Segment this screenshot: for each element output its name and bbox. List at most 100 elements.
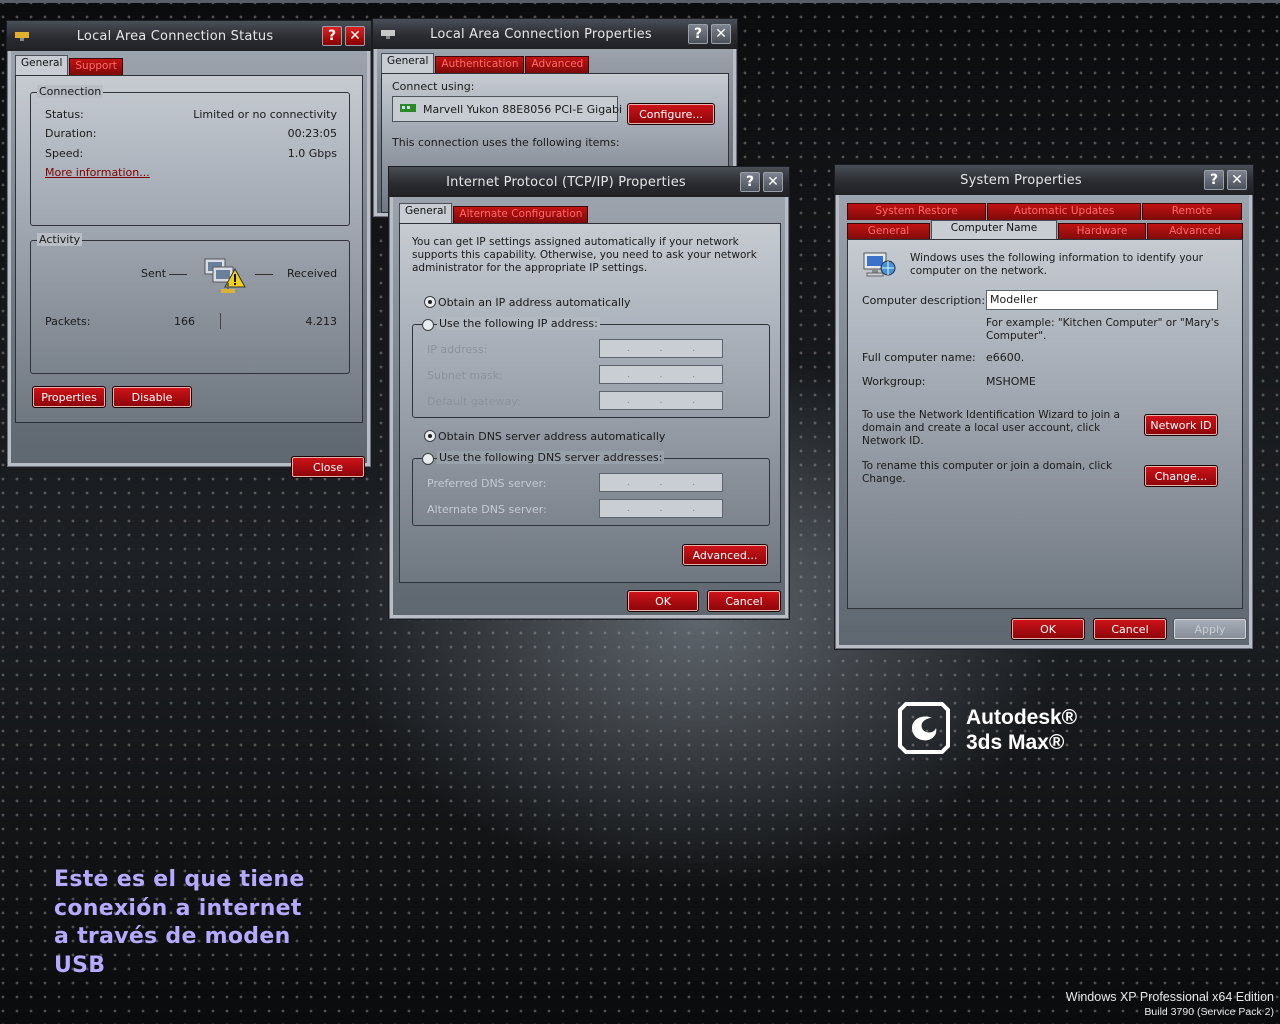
computer-description-input[interactable]: Modeller bbox=[986, 290, 1218, 310]
tab-hardware[interactable]: Hardware bbox=[1058, 223, 1146, 240]
os-version-info: Windows XP Professional x64 Edition Buil… bbox=[1066, 990, 1274, 1018]
use-dns-label[interactable]: Use the following DNS server addresses: bbox=[437, 451, 665, 464]
speed-label: Speed: bbox=[45, 147, 84, 160]
alternate-dns-input[interactable]: ... bbox=[599, 499, 723, 518]
properties-button[interactable]: Properties bbox=[32, 386, 106, 408]
tcpip-window: Internet Protocol (TCP/IP) Properties ? … bbox=[388, 166, 790, 620]
status-window: Local Area Connection Status ? ✕ General… bbox=[6, 20, 372, 478]
packets-label: Packets: bbox=[45, 315, 91, 328]
tab-advanced[interactable]: Advanced bbox=[525, 56, 590, 73]
tab-remote[interactable]: Remote bbox=[1142, 203, 1242, 220]
connection-group-title: Connection bbox=[37, 85, 104, 98]
duration-label: Duration: bbox=[45, 127, 97, 140]
duration-value: 00:23:05 bbox=[287, 127, 337, 140]
obtain-ip-label[interactable]: Obtain an IP address automatically bbox=[438, 296, 631, 309]
desktop-top-edge bbox=[0, 0, 1280, 3]
speed-value: 1.0 Gbps bbox=[287, 147, 337, 160]
network-computers-warning-icon bbox=[199, 253, 249, 306]
system-properties-titlebar[interactable]: System Properties ? ✕ bbox=[835, 165, 1253, 195]
network-card-icon bbox=[399, 102, 417, 117]
use-dns-radio[interactable] bbox=[422, 453, 434, 465]
change-description: To rename this computer or join a domain… bbox=[862, 460, 1113, 485]
configure-button[interactable]: Configure... bbox=[627, 103, 715, 125]
static-dns-group: Use the following DNS server addresses: … bbox=[412, 451, 770, 526]
advanced-button[interactable]: Advanced... bbox=[682, 544, 768, 566]
help-icon[interactable]: ? bbox=[740, 172, 760, 192]
caption-line: Este es el que tiene bbox=[54, 867, 305, 892]
close-button[interactable]: Close bbox=[291, 456, 365, 478]
workgroup-label: Workgroup: bbox=[862, 375, 926, 388]
close-icon[interactable]: ✕ bbox=[1227, 170, 1247, 190]
properties-titlebar[interactable]: Local Area Connection Properties ? ✕ bbox=[373, 19, 737, 49]
ip-address-label: IP address: bbox=[427, 343, 488, 356]
received-label: Received bbox=[287, 267, 338, 280]
alternate-dns-label: Alternate DNS server: bbox=[427, 503, 547, 516]
network-id-button[interactable]: Network ID bbox=[1144, 414, 1218, 436]
apply-button[interactable]: Apply bbox=[1173, 618, 1247, 640]
subnet-mask-input[interactable]: ... bbox=[599, 365, 723, 384]
received-line bbox=[255, 274, 273, 275]
default-gateway-label: Default gateway: bbox=[427, 395, 521, 408]
sent-line bbox=[169, 274, 187, 275]
intro-text: Windows uses the following information t… bbox=[910, 252, 1203, 277]
packets-divider bbox=[220, 313, 221, 329]
full-computer-name-value: e6600. bbox=[986, 351, 1025, 364]
network-id-description: To use the Network Identification Wizard… bbox=[862, 409, 1120, 447]
tcpip-description: You can get IP settings assigned automat… bbox=[412, 236, 757, 274]
status-titlebar[interactable]: Local Area Connection Status ? ✕ bbox=[7, 21, 371, 51]
network-icon bbox=[13, 29, 31, 43]
preferred-dns-input[interactable]: ... bbox=[599, 473, 723, 492]
tab-automatic-updates[interactable]: Automatic Updates bbox=[987, 203, 1141, 220]
tcpip-body: General Alternate Configuration You can … bbox=[393, 197, 785, 615]
tab-general[interactable]: General bbox=[381, 53, 435, 73]
brand-line-2: 3ds Max® bbox=[966, 730, 1065, 754]
default-gateway-input[interactable]: ... bbox=[599, 391, 723, 410]
ok-button[interactable]: OK bbox=[627, 590, 699, 612]
computer-description-label: Computer description: bbox=[862, 294, 986, 307]
tab-support[interactable]: Support bbox=[69, 58, 123, 75]
connect-using-label: Connect using: bbox=[392, 80, 475, 93]
window-title: Local Area Connection Properties bbox=[430, 26, 652, 42]
ip-address-input[interactable]: ... bbox=[599, 339, 723, 358]
obtain-ip-radio[interactable] bbox=[424, 296, 436, 308]
close-icon[interactable]: ✕ bbox=[345, 26, 365, 46]
sent-packets: 166 bbox=[174, 315, 195, 328]
use-ip-radio[interactable] bbox=[422, 319, 434, 331]
full-computer-name-label: Full computer name: bbox=[862, 351, 976, 364]
adapter-name: Marvell Yukon 88E8056 PCI-E Gigabi bbox=[423, 102, 622, 116]
tab-system-restore[interactable]: System Restore bbox=[847, 203, 986, 220]
close-icon[interactable]: ✕ bbox=[763, 172, 783, 192]
ok-button[interactable]: OK bbox=[1011, 618, 1085, 640]
help-icon[interactable]: ? bbox=[688, 24, 708, 44]
tab-general[interactable]: General bbox=[847, 223, 930, 240]
use-ip-label[interactable]: Use the following IP address: bbox=[437, 317, 600, 330]
tab-advanced[interactable]: Advanced bbox=[1147, 223, 1243, 240]
more-information-link[interactable]: More information... bbox=[45, 166, 150, 179]
caption-line: USB bbox=[54, 952, 106, 978]
cancel-button[interactable]: Cancel bbox=[1093, 618, 1167, 640]
tcpip-titlebar[interactable]: Internet Protocol (TCP/IP) Properties ? … bbox=[389, 167, 789, 197]
caption-line: conexión a internet bbox=[54, 895, 302, 921]
tab-alternate-configuration[interactable]: Alternate Configuration bbox=[453, 206, 589, 223]
status-panel: Connection Status: Limited or no connect… bbox=[15, 75, 363, 423]
preferred-dns-label: Preferred DNS server: bbox=[427, 477, 547, 490]
close-icon[interactable]: ✕ bbox=[711, 24, 731, 44]
disable-button[interactable]: Disable bbox=[112, 386, 192, 408]
os-name: Windows XP Professional x64 Edition bbox=[1065, 990, 1274, 1004]
obtain-dns-radio[interactable] bbox=[424, 430, 436, 442]
help-icon[interactable]: ? bbox=[322, 26, 342, 46]
obtain-dns-label[interactable]: Obtain DNS server address automatically bbox=[438, 430, 665, 443]
status-value: Limited or no connectivity bbox=[193, 108, 337, 121]
cancel-button[interactable]: Cancel bbox=[707, 590, 781, 612]
3ds-max-logo-icon bbox=[896, 700, 952, 759]
tab-authentication[interactable]: Authentication bbox=[435, 56, 525, 73]
example-text: For example: "Kitchen Computer" or "Mary… bbox=[986, 317, 1220, 342]
help-icon[interactable]: ? bbox=[1204, 170, 1224, 190]
status-label: Status: bbox=[45, 108, 84, 121]
change-button[interactable]: Change... bbox=[1144, 465, 1218, 487]
window-title: Local Area Connection Status bbox=[76, 28, 274, 44]
tab-computer-name[interactable]: Computer Name bbox=[931, 220, 1057, 240]
system-properties-body: System Restore Automatic Updates Remote … bbox=[839, 195, 1249, 645]
tab-general[interactable]: General bbox=[15, 55, 69, 75]
tab-general[interactable]: General bbox=[399, 203, 453, 223]
